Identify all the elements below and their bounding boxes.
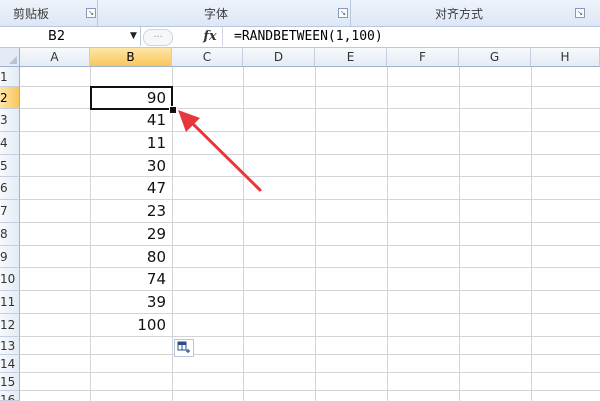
red-arrow-annotation: [178, 110, 262, 192]
arrow-shaft: [188, 119, 262, 192]
